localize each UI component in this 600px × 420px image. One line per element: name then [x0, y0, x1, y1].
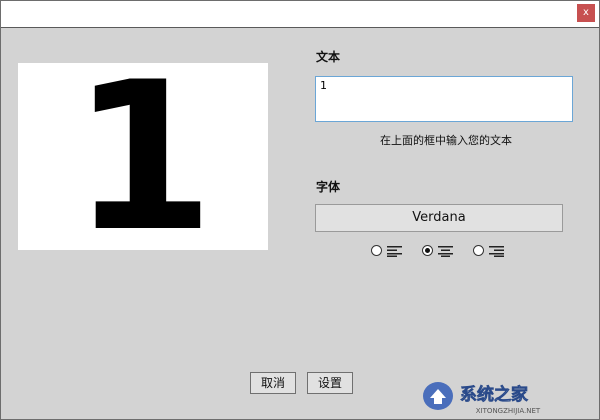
align-center-icon: [438, 246, 453, 257]
align-center-radio[interactable]: [422, 245, 433, 256]
text-section-label: 文本: [316, 50, 341, 64]
dialog-content: 1 文本 1 在上面的框中输入您的文本 字体 Verdana 取消 设置: [1, 28, 599, 419]
font-select-button[interactable]: Verdana: [315, 204, 563, 232]
align-right-icon: [489, 246, 504, 257]
font-section-label: 字体: [316, 180, 341, 194]
set-button[interactable]: 设置: [307, 372, 353, 394]
align-right-radio[interactable]: [473, 245, 484, 256]
align-center-option[interactable]: [422, 244, 458, 258]
watermark-url: XITONGZHIJIA.NET: [476, 407, 541, 415]
title-bar[interactable]: x: [1, 1, 599, 28]
text-input-hint: 在上面的框中输入您的文本: [380, 134, 512, 147]
watermark-text: 系统之家: [460, 384, 528, 405]
dialog-window: x 1 文本 1 在上面的框中输入您的文本 字体 Verdana 取消 设置: [0, 0, 600, 420]
preview-text: 1: [71, 63, 215, 250]
text-input-field[interactable]: 1: [315, 76, 573, 122]
text-preview-panel: 1: [18, 63, 268, 250]
cancel-button[interactable]: 取消: [250, 372, 296, 394]
align-left-radio[interactable]: [371, 245, 382, 256]
align-left-icon: [387, 246, 402, 257]
close-button[interactable]: x: [577, 4, 595, 22]
align-left-option[interactable]: [371, 244, 407, 258]
watermark-logo: 系统之家 XITONGZHIJIA.NET: [423, 382, 541, 415]
align-right-option[interactable]: [473, 244, 509, 258]
